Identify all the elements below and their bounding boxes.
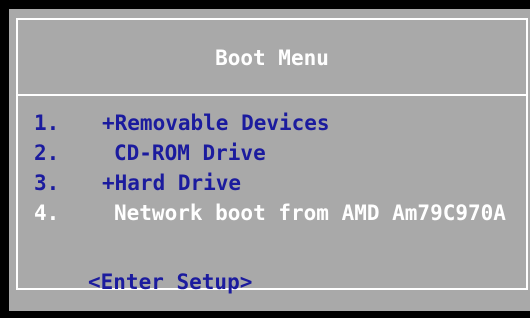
boot-option-network-boot[interactable]: 4. Network boot from AMD Am79C970A (34, 198, 514, 228)
boot-option-cdrom-drive[interactable]: 2. CD-ROM Drive (34, 138, 514, 168)
boot-option-number: 3. (34, 171, 60, 195)
boot-option-removable-devices[interactable]: 1. +Removable Devices (34, 108, 514, 138)
boot-option-number: 1. (34, 111, 60, 135)
boot-option-label: +Hard Drive (102, 171, 242, 195)
boot-option-label: Network boot from AMD Am79C970A (114, 201, 506, 225)
boot-option-label: CD-ROM Drive (114, 141, 266, 165)
boot-option-hard-drive[interactable]: 3. +Hard Drive (34, 168, 514, 198)
boot-menu-title-bar: Boot Menu (18, 20, 526, 96)
boot-option-number: 4. (34, 201, 60, 225)
boot-menu-frame: Boot Menu 1. +Removable Devices 2. CD-RO… (16, 18, 528, 294)
boot-menu-title: Boot Menu (215, 46, 329, 70)
boot-option-label: +Removable Devices (102, 111, 330, 135)
enter-setup-option[interactable]: <Enter Setup> (88, 268, 252, 296)
boot-device-list: 1. +Removable Devices 2. CD-ROM Drive 3.… (34, 108, 514, 228)
boot-option-number: 2. (34, 141, 60, 165)
bios-boot-menu-screen: Boot Menu 1. +Removable Devices 2. CD-RO… (9, 9, 530, 311)
